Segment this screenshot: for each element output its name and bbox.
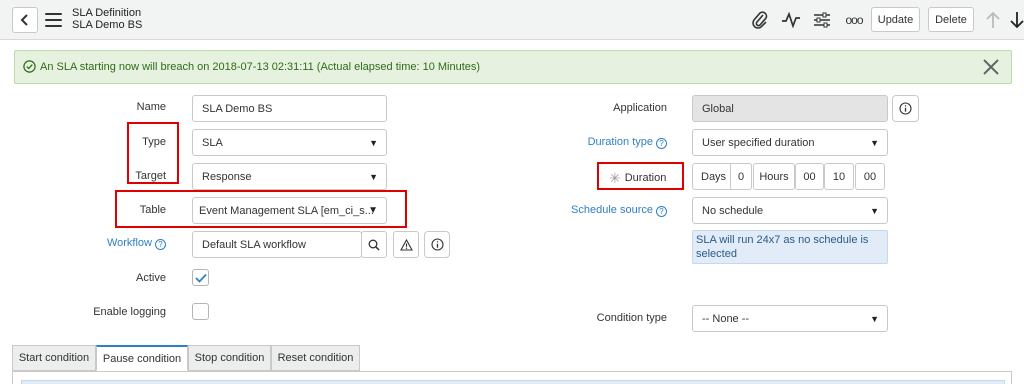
workflow-label[interactable]: Workflow? — [80, 237, 166, 250]
more-options-icon[interactable]: ooo — [842, 10, 866, 30]
workflow-info-button[interactable] — [424, 231, 450, 258]
application-label: Application — [613, 102, 667, 114]
type-select[interactable]: SLA ▼ — [192, 129, 387, 156]
close-icon[interactable] — [981, 57, 1001, 77]
hamburger-menu-icon[interactable] — [45, 13, 62, 27]
info-icon — [899, 102, 912, 115]
tab-stop-condition[interactable]: Stop condition — [188, 345, 271, 371]
condition-type-label: Condition type — [596, 312, 667, 324]
condition-type-value: -- None -- — [702, 312, 750, 325]
days-label: Days — [701, 170, 727, 183]
help-icon[interactable]: ? — [656, 138, 667, 149]
paperclip-icon[interactable] — [750, 10, 770, 30]
activity-pulse-icon[interactable] — [780, 10, 802, 30]
condition-tab-panel — [12, 371, 1012, 384]
workflow-lookup-button[interactable] — [361, 231, 387, 258]
tab-reset-condition[interactable]: Reset condition — [271, 345, 360, 371]
dropdown-caret-icon: ▼ — [870, 206, 879, 216]
minutes-input[interactable]: 10 — [824, 163, 854, 190]
check-circle-icon — [23, 60, 36, 73]
back-button[interactable] — [12, 7, 38, 33]
name-label: Name — [136, 101, 166, 113]
update-button[interactable]: Update — [871, 7, 920, 32]
schedule-source-value: No schedule — [702, 204, 764, 217]
chevron-left-icon — [20, 14, 28, 26]
tab-start-condition[interactable]: Start condition — [12, 345, 96, 371]
duration-type-label[interactable]: Duration type? — [560, 136, 667, 149]
duration-type-select[interactable]: User specified duration ▼ — [692, 129, 888, 156]
delete-button[interactable]: Delete — [928, 7, 974, 32]
name-input[interactable]: SLA Demo BS — [192, 95, 387, 122]
dropdown-caret-icon: ▼ — [870, 314, 879, 324]
arrow-down-icon[interactable] — [1010, 10, 1024, 30]
info-icon — [430, 238, 444, 251]
alert-message: An SLA starting now will breach on 2018-… — [40, 61, 481, 73]
search-icon — [368, 239, 380, 251]
active-label: Active — [136, 272, 166, 284]
dropdown-caret-icon: ▼ — [870, 138, 879, 148]
target-select[interactable]: Response ▼ — [192, 163, 387, 190]
target-value: Response — [202, 170, 252, 183]
form-header: SLA Definition SLA Demo BS ooo Update De… — [0, 0, 1024, 40]
schedule-source-select[interactable]: No schedule ▼ — [692, 197, 888, 224]
workflow-warning-button[interactable] — [393, 231, 419, 258]
record-name-subtitle: SLA Demo BS — [72, 19, 143, 31]
form-type-title: SLA Definition — [72, 7, 142, 19]
workflow-input[interactable]: Default SLA workflow — [192, 231, 362, 258]
duration-type-value: User specified duration — [702, 136, 815, 149]
duration-highlight-box — [597, 162, 684, 190]
personalize-sliders-icon[interactable] — [812, 10, 832, 30]
breach-info-alert: An SLA starting now will breach on 2018-… — [14, 50, 1012, 84]
table-highlight-box — [115, 190, 407, 228]
hours-label: Hours — [753, 163, 795, 190]
application-info-button[interactable] — [892, 95, 919, 122]
application-field: Global — [692, 95, 888, 122]
condition-type-select[interactable]: -- None -- ▼ — [692, 305, 888, 332]
warning-icon — [399, 238, 413, 251]
type-target-highlight-box — [127, 122, 179, 184]
dropdown-caret-icon: ▼ — [369, 138, 378, 148]
help-icon[interactable]: ? — [656, 206, 667, 217]
seconds-input[interactable]: 00 — [855, 163, 885, 190]
schedule-source-label[interactable]: Schedule source? — [548, 204, 667, 217]
dropdown-caret-icon: ▼ — [369, 172, 378, 182]
help-icon[interactable]: ? — [155, 239, 166, 250]
arrow-up-icon[interactable] — [984, 10, 1002, 30]
enable-logging-checkbox[interactable] — [192, 303, 209, 320]
checkmark-icon — [194, 273, 207, 283]
condition-panel-content — [21, 380, 1005, 384]
active-checkbox[interactable] — [192, 269, 209, 286]
tab-pause-condition[interactable]: Pause condition — [96, 345, 188, 371]
enable-logging-label: Enable logging — [93, 306, 166, 318]
hours-input[interactable]: 00 — [795, 163, 824, 190]
type-value: SLA — [202, 136, 223, 149]
schedule-info-message: SLA will run 24x7 as no schedule is sele… — [692, 230, 888, 264]
days-input[interactable]: 0 — [730, 163, 752, 190]
